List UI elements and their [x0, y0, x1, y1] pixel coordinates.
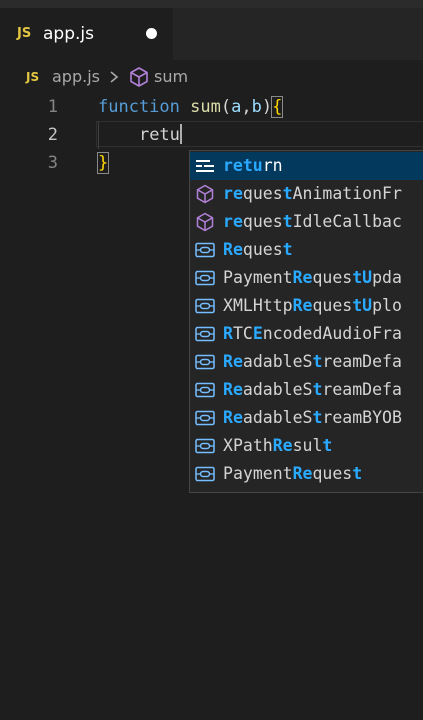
suggestion-label: return: [223, 152, 283, 180]
tab-app-js[interactable]: JS app.js: [0, 8, 173, 60]
autocomplete-suggest-widget[interactable]: return requestAnimationFr requestIdleCall…: [189, 150, 423, 493]
tab-title: app.js: [43, 24, 94, 44]
variable-icon: [195, 466, 215, 482]
brace-token: {: [271, 96, 284, 118]
suggestion-item[interactable]: requestAnimationFr: [190, 180, 423, 208]
suggestion-label: requestIdleCallbac: [223, 212, 402, 231]
suggestion-item[interactable]: Request: [190, 236, 423, 264]
variable-icon: [195, 326, 215, 342]
function-name-token: sum: [190, 97, 221, 117]
suggestion-item[interactable]: PaymentRequest: [190, 460, 423, 488]
suggestion-item[interactable]: ReadableStreamBYOB: [190, 404, 423, 432]
suggestion-item[interactable]: ReadableStreamDefa: [190, 376, 423, 404]
line-number: 1: [47, 97, 58, 117]
chevron-right-icon: [110, 71, 119, 83]
variable-icon: [195, 242, 215, 258]
code-line-current[interactable]: 2 retu: [0, 121, 423, 149]
suggestion-label-rest: rn: [262, 156, 283, 175]
suggestion-label: PaymentRequest: [223, 464, 363, 483]
suggestion-item[interactable]: XMLHttpRequestUplo: [190, 292, 423, 320]
code-line-text: }: [96, 149, 110, 177]
param-token: b: [251, 97, 262, 117]
breadcrumb-file[interactable]: app.js: [52, 67, 100, 86]
breadcrumb-symbol[interactable]: sum: [154, 67, 188, 86]
suggestion-item[interactable]: return: [190, 152, 423, 180]
js-file-icon: JS: [26, 70, 40, 84]
suggestion-label: PaymentRequestUpda: [223, 268, 402, 287]
brace-token: }: [96, 152, 110, 174]
suggestion-label: ReadableStreamDefa: [223, 380, 402, 399]
param-token: a: [231, 97, 242, 117]
unsaved-changes-dot-icon[interactable]: [146, 28, 157, 39]
suggestion-label: requestAnimationFr: [223, 184, 402, 203]
code-line-text: function sum(a,b){: [98, 93, 284, 121]
method-cube-icon: [196, 184, 214, 204]
tab-bar: JS app.js: [0, 8, 423, 60]
code-line-text: retu: [98, 121, 182, 149]
line-number: 3: [47, 153, 58, 173]
suggestion-label: Request: [223, 240, 293, 259]
suggestion-label: ReadableStreamBYOB: [223, 408, 402, 427]
keyword-icon: [196, 160, 214, 172]
variable-icon: [195, 438, 215, 454]
suggestion-label: XPathResult: [223, 436, 333, 455]
paren-token: ): [261, 97, 273, 117]
suggestion-label: RTCEncodedAudioFra: [223, 324, 402, 343]
suggestion-item[interactable]: requestIdleCallbac: [190, 208, 423, 236]
typed-text: retu: [138, 125, 180, 145]
suggestion-item[interactable]: XPathResult: [190, 432, 423, 460]
suggestion-label: ReadableStreamDefa: [223, 352, 402, 371]
method-cube-icon: [196, 212, 214, 232]
cube-icon: [130, 67, 148, 87]
keyword-token: function: [98, 97, 180, 117]
variable-icon: [195, 298, 215, 314]
line-number: 2: [47, 125, 58, 145]
comma-token: ,: [241, 97, 252, 117]
variable-icon: [195, 382, 215, 398]
suggestion-item[interactable]: ReadableStreamDefa: [190, 348, 423, 376]
suggestion-label: XMLHttpRequestUplo: [223, 296, 402, 315]
code-line[interactable]: 1 function sum(a,b){: [0, 93, 423, 121]
paren-token: (: [220, 97, 232, 117]
variable-icon: [195, 354, 215, 370]
match-highlight: retu: [223, 156, 263, 175]
variable-icon: [195, 270, 215, 286]
text-caret: [179, 124, 182, 144]
breadcrumb: JS app.js sum: [0, 62, 423, 92]
window-top-strip: [0, 0, 423, 8]
js-file-icon: JS: [17, 26, 32, 41]
variable-icon: [195, 410, 215, 426]
suggestion-item[interactable]: RTCEncodedAudioFra: [190, 320, 423, 348]
suggestion-item[interactable]: PaymentRequestUpda: [190, 264, 423, 292]
